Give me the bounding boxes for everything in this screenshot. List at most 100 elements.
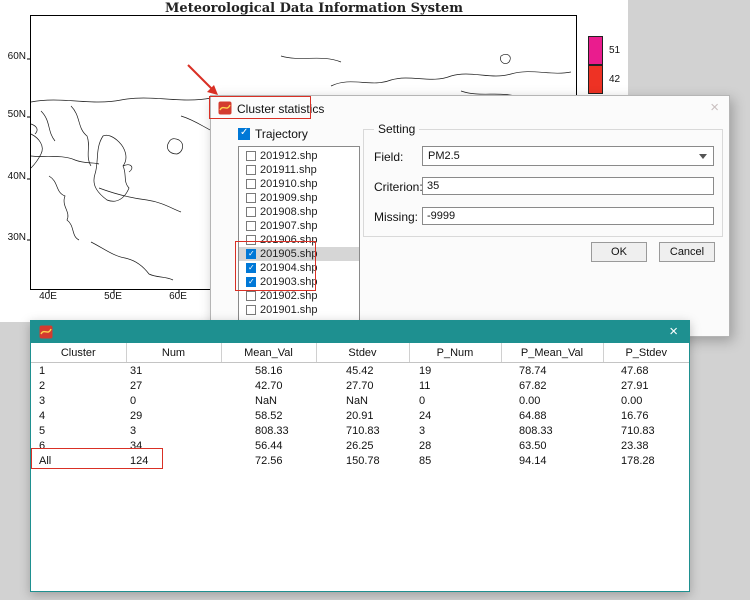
table-cell: 124 (126, 453, 221, 468)
file-label: 201911.shp (260, 164, 317, 176)
table-cell: 16.76 (603, 408, 689, 423)
table-row[interactable]: 42958.5220.912464.8816.76 (31, 408, 689, 423)
table-cell: 31 (126, 363, 221, 379)
colorbar-swatch (588, 36, 603, 65)
table-cell: 3 (409, 423, 501, 438)
table-row[interactable]: 22742.7027.701167.8227.91 (31, 378, 689, 393)
missing-input[interactable] (422, 207, 714, 225)
table-cell: 808.33 (221, 423, 316, 438)
table-cell: 42.70 (221, 378, 316, 393)
table-column-header[interactable]: P_Num (409, 343, 501, 363)
table-cell: 11 (409, 378, 501, 393)
table-cell: 4 (31, 408, 126, 423)
file-item[interactable]: 201909.shp (239, 191, 359, 205)
file-item[interactable]: 201906.shp (239, 233, 359, 247)
table-row[interactable]: All12472.56150.788594.14178.28 (31, 453, 689, 468)
dialog-titlebar[interactable]: Cluster statistics × (211, 96, 729, 122)
file-checkbox[interactable] (246, 305, 256, 315)
colorbar-swatch (588, 65, 603, 94)
table-column-header[interactable]: P_Stdev (603, 343, 689, 363)
x-axis-tick-label: 50E (100, 291, 126, 302)
table-cell: 710.83 (316, 423, 409, 438)
file-checkbox[interactable] (246, 235, 256, 245)
table-cell: 23.38 (603, 438, 689, 453)
statistics-table-window: × ClusterNumMean_ValStdevP_NumP_Mean_Val… (30, 320, 690, 592)
file-checkbox[interactable] (246, 291, 256, 301)
file-label: 201912.shp (260, 150, 318, 162)
field-label: Field: (374, 150, 403, 164)
table-cell: 63.50 (501, 438, 603, 453)
file-label: 201902.shp (260, 290, 318, 302)
table-cell: 710.83 (603, 423, 689, 438)
file-checkbox[interactable] (246, 207, 256, 217)
stats-titlebar[interactable]: × (31, 321, 689, 343)
file-checkbox[interactable] (246, 193, 256, 203)
table-column-header[interactable]: Cluster (31, 343, 126, 363)
table-cell: 64.88 (501, 408, 603, 423)
colorbar: 51 42 (588, 36, 620, 94)
file-item[interactable]: 201904.shp (239, 261, 359, 275)
colorbar-label: 51 (609, 45, 620, 56)
file-item[interactable]: 201902.shp (239, 289, 359, 303)
table-column-header[interactable]: Stdev (316, 343, 409, 363)
missing-label: Missing: (374, 210, 418, 224)
dialog-title: Cluster statistics (237, 102, 324, 116)
window-close-icon[interactable]: × (669, 322, 678, 342)
trajectory-file-list[interactable]: 201912.shp 201911.shp 201910.shp201909.shp… (238, 146, 360, 328)
table-cell: 26.25 (316, 438, 409, 453)
table-row[interactable]: 53808.33710.833808.33710.83 (31, 423, 689, 438)
y-axis-tick-label: 50N (2, 109, 26, 120)
field-combobox[interactable]: PM2.5 (422, 146, 714, 166)
table-row[interactable]: 30NaNNaN00.000.00 (31, 393, 689, 408)
table-cell: 1 (31, 363, 126, 379)
file-checkbox[interactable] (246, 165, 256, 175)
cancel-button[interactable]: Cancel (659, 242, 715, 262)
ok-button[interactable]: OK (591, 242, 647, 262)
file-item[interactable]: 201908.shp (239, 205, 359, 219)
table-cell: 0 (409, 393, 501, 408)
file-checkbox[interactable] (246, 221, 256, 231)
file-checkbox[interactable] (246, 277, 256, 287)
file-label: 201910.shp (260, 178, 318, 190)
colorbar-label: 42 (609, 74, 620, 85)
dialog-close-icon[interactable]: × (710, 99, 719, 117)
table-cell: 47.68 (603, 363, 689, 379)
table-cell: 58.16 (221, 363, 316, 379)
file-checkbox[interactable] (246, 151, 256, 161)
file-checkbox[interactable] (246, 179, 256, 189)
file-checkbox[interactable] (246, 249, 256, 259)
file-label: 201903.shp (260, 276, 318, 288)
table-cell: 19 (409, 363, 501, 379)
table-cell: 67.82 (501, 378, 603, 393)
setting-group: Setting Field: PM2.5 Criterion: Missing: (363, 129, 723, 237)
table-cell: 29 (126, 408, 221, 423)
file-label: 201908.shp (260, 206, 318, 218)
file-label: 201907.shp (260, 220, 318, 232)
file-label: 201904.shp (260, 262, 318, 274)
file-item[interactable]: 201901.shp (239, 303, 359, 317)
file-item[interactable]: 201905.shp (239, 247, 359, 261)
table-cell: 0.00 (603, 393, 689, 408)
file-item[interactable]: 201911.shp (239, 163, 359, 177)
table-column-header[interactable]: Num (126, 343, 221, 363)
x-axis-tick-label: 40E (35, 291, 61, 302)
file-item[interactable]: 201907.shp (239, 219, 359, 233)
table-cell: 94.14 (501, 453, 603, 468)
file-item[interactable]: 201912.shp (239, 149, 359, 163)
table-column-header[interactable]: P_Mean_Val (501, 343, 603, 363)
criterion-input[interactable] (422, 177, 714, 195)
map-title: Meteorological Data Information System (0, 1, 628, 16)
trajectory-node[interactable]: Trajectory (238, 127, 308, 141)
table-row[interactable]: 13158.1645.421978.7447.68 (31, 363, 689, 379)
trajectory-checkbox[interactable] (238, 128, 250, 140)
file-checkbox[interactable] (246, 263, 256, 273)
table-row[interactable]: 63456.4426.252863.5023.38 (31, 438, 689, 453)
table-column-header[interactable]: Mean_Val (221, 343, 316, 363)
table-cell: 27.91 (603, 378, 689, 393)
table-cell: 78.74 (501, 363, 603, 379)
file-item[interactable]: 201903.shp (239, 275, 359, 289)
table-cell: 6 (31, 438, 126, 453)
stats-table-header-row: ClusterNumMean_ValStdevP_NumP_Mean_ValP_… (31, 343, 689, 363)
table-cell: 27 (126, 378, 221, 393)
file-item[interactable]: 201910.shp (239, 177, 359, 191)
